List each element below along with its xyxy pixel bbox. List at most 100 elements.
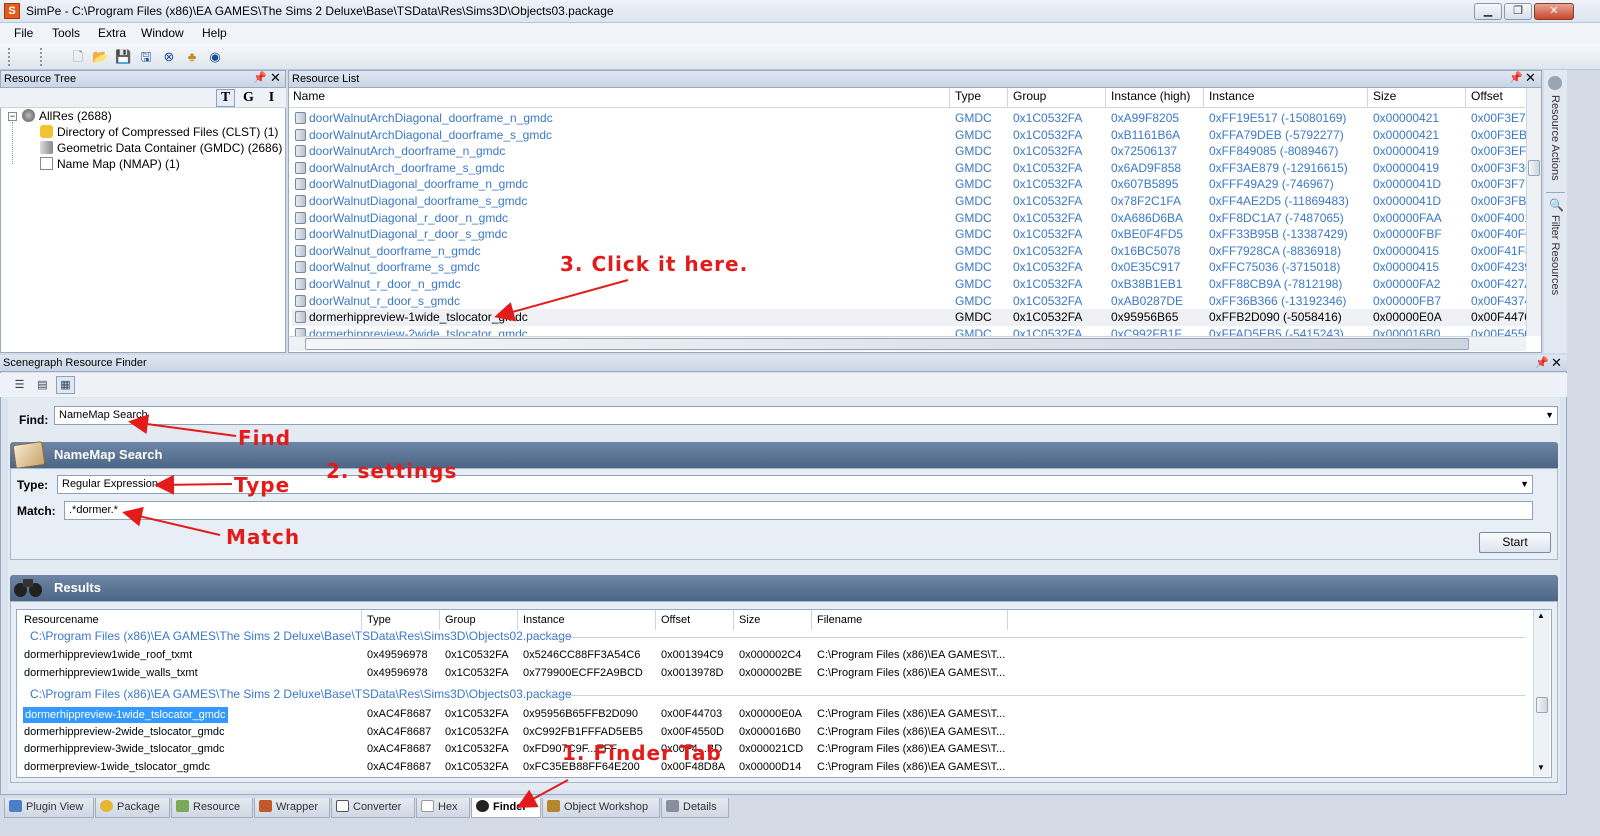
resource-row[interactable]: doorWalnutArch_doorframe_n_gmdc GMDC 0x1C0… — [292, 143, 1526, 160]
menu-help[interactable]: Help — [202, 26, 227, 40]
toolbar-grip[interactable] — [40, 48, 43, 66]
tab-package[interactable]: Package — [95, 798, 170, 818]
view-tiles-icon[interactable]: ▦ — [56, 376, 75, 394]
tab-plugin-view[interactable]: Plugin View — [4, 798, 94, 818]
menu-file[interactable]: File — [14, 26, 33, 40]
resource-cell: 0x00000FBF — [1373, 227, 1442, 242]
list-vscrollbar[interactable] — [1526, 88, 1541, 336]
res-col-filename[interactable]: Filename — [817, 614, 862, 626]
result-group-path[interactable]: C:\Program Files (x86)\EA GAMES\The Sims… — [30, 631, 572, 643]
tab-finder[interactable]: Finder — [471, 798, 541, 818]
result-row[interactable]: dormerhippreview-3wide_tslocator_gmdc 0xA… — [24, 742, 1024, 759]
result-row[interactable]: dormerhippreview-2wide_tslocator_gmdc 0xA… — [24, 725, 1024, 742]
tab-object-workshop[interactable]: Object Workshop — [542, 798, 660, 818]
col-group[interactable]: Group — [1013, 89, 1046, 103]
tab-converter[interactable]: Converter — [331, 798, 415, 818]
close-icon[interactable]: ✕ — [1551, 355, 1562, 371]
tab-resource[interactable]: Resource — [171, 798, 253, 818]
list-hscrollbar[interactable] — [289, 336, 1526, 351]
resource-row[interactable]: doorWalnutDiagonal_r_door_n_gmdc GMDC 0x1C… — [292, 210, 1526, 227]
save-as-icon[interactable]: 🖫 — [138, 49, 154, 65]
resource-cell: 0xFF849085 (-8089467) — [1209, 144, 1339, 159]
res-col-instance[interactable]: Instance — [523, 614, 565, 626]
view-list-icon[interactable]: ☰ — [10, 376, 29, 394]
tree-item-allres[interactable]: AllRes (2688) — [22, 109, 112, 123]
resource-row[interactable]: doorWalnut_r_door_n_gmdc GMDC 0x1C0532FA 0x… — [292, 276, 1526, 293]
resource-row[interactable]: dormerhippreview-1wide_tslocator_gmdc GMD… — [292, 309, 1526, 326]
col-instance[interactable]: Instance — [1209, 89, 1254, 103]
close-icon[interactable]: ✕ — [1525, 70, 1536, 86]
res-col-size[interactable]: Size — [739, 614, 760, 626]
close-file-icon[interactable]: ⊗ — [161, 49, 177, 65]
col-type[interactable]: Type — [955, 89, 981, 103]
res-col-name[interactable]: Resourcename — [24, 614, 99, 626]
result-row[interactable]: dormerpreview-1wide_tslocator_gmdc 0xAC4F… — [24, 760, 1024, 777]
result-row[interactable]: dormerhippreview1wide_walls_txmt 0x495969… — [24, 666, 1024, 683]
resource-cell: 0x00F3EFA — [1471, 144, 1526, 159]
close-icon[interactable]: ✕ — [270, 70, 281, 86]
tab-hex[interactable]: Hex — [416, 798, 470, 818]
resource-row[interactable]: doorWalnut_doorframe_s_gmdc GMDC 0x1C0532F… — [292, 259, 1526, 276]
tgi-g-button[interactable]: G — [239, 89, 258, 107]
match-input[interactable]: .*dormer.* — [64, 501, 1533, 520]
resource-row[interactable]: doorWalnutDiagonal_doorframe_n_gmdc GMDC 0… — [292, 176, 1526, 193]
col-name[interactable]: Name — [293, 89, 325, 103]
scroll-thumb[interactable] — [1528, 160, 1540, 176]
resource-row[interactable]: doorWalnutArchDiagonal_doorframe_n_gmdc G… — [292, 110, 1526, 127]
plugin-icon — [9, 800, 22, 812]
tree-item-nmap[interactable]: Name Map (NMAP) (1) — [40, 157, 180, 171]
tree-collapse-icon[interactable]: − — [8, 112, 17, 121]
minimize-button[interactable]: ▁ — [1474, 3, 1502, 20]
find-combo[interactable]: NameMap Search ▼ — [54, 406, 1558, 425]
menu-tools[interactable]: Tools — [52, 26, 80, 40]
res-col-group[interactable]: Group — [445, 614, 476, 626]
scroll-thumb[interactable] — [305, 338, 1469, 350]
save-icon[interactable]: 💾 — [115, 49, 131, 65]
pin-icon[interactable]: 📌 — [1509, 71, 1523, 84]
result-group-path[interactable]: C:\Program Files (x86)\EA GAMES\The Sims… — [30, 687, 572, 701]
users-icon[interactable]: ♣ — [184, 49, 200, 65]
app-icon[interactable]: S — [4, 3, 20, 19]
col-instance-high[interactable]: Instance (high) — [1111, 89, 1190, 103]
resource-row[interactable]: doorWalnutDiagonal_doorframe_s_gmdc GMDC 0… — [292, 193, 1526, 210]
resource-cell: 0x00000415 — [1373, 243, 1440, 258]
scroll-thumb[interactable] — [1536, 697, 1548, 713]
toolbar-grip[interactable] — [8, 48, 11, 66]
tab-details[interactable]: Details — [661, 798, 729, 818]
close-button[interactable]: ✕ — [1534, 3, 1574, 20]
open-icon[interactable]: 📂 — [92, 49, 108, 65]
resource-cell: doorWalnut_doorframe_n_gmdc — [309, 243, 481, 258]
pin-icon[interactable]: 📌 — [1535, 356, 1549, 369]
network-icon[interactable]: ◉ — [207, 49, 223, 65]
chevron-down-icon[interactable]: ▼ — [1537, 763, 1545, 772]
side-tab-resource-actions[interactable]: Resource Actions — [1549, 95, 1561, 181]
tgi-t-button[interactable]: T — [216, 89, 235, 107]
pin-icon[interactable]: 📌 — [253, 71, 267, 84]
resource-row[interactable]: doorWalnut_doorframe_n_gmdc GMDC 0x1C0532F… — [292, 243, 1526, 260]
result-row[interactable]: dormerhippreview-1wide_tslocator_gmdc 0xA… — [23, 707, 1024, 724]
col-size[interactable]: Size — [1373, 89, 1396, 103]
tree-item-gmdc[interactable]: Geometric Data Container (GMDC) (2686) — [40, 141, 282, 155]
res-col-type[interactable]: Type — [367, 614, 391, 626]
tree-item-clst[interactable]: Directory of Compressed Files (CLST) (1) — [40, 125, 278, 139]
tgi-i-button[interactable]: I — [262, 89, 281, 107]
resource-row[interactable]: doorWalnutArch_doorframe_s_gmdc GMDC 0x1C0… — [292, 160, 1526, 177]
res-col-offset[interactable]: Offset — [661, 614, 690, 626]
menu-extra[interactable]: Extra — [98, 26, 126, 40]
menu-window[interactable]: Window — [141, 26, 184, 40]
side-tab-filter-resources[interactable]: Filter Resources — [1549, 215, 1561, 295]
result-row[interactable]: dormerhippreview1wide_roof_txmt 0x4959697… — [24, 648, 1024, 665]
maximize-button[interactable]: ❐ — [1504, 3, 1532, 20]
view-details-icon[interactable]: ▤ — [33, 376, 52, 394]
tab-wrapper[interactable]: Wrapper — [254, 798, 330, 818]
results-vscrollbar[interactable]: ▲ ▼ — [1533, 610, 1550, 776]
resource-cell: 0x0E35C917 — [1111, 260, 1181, 275]
resource-cell: 0x1C0532FA — [1013, 127, 1083, 142]
resource-cell: 0x00F40FC — [1471, 227, 1526, 242]
chevron-up-icon[interactable]: ▲ — [1537, 611, 1545, 620]
col-offset[interactable]: Offset — [1471, 89, 1503, 103]
resource-row[interactable]: doorWalnut_r_door_s_gmdc GMDC 0x1C0532FA 0x… — [292, 293, 1526, 310]
resource-row[interactable]: doorWalnutArchDiagonal_doorframe_s_gmdc G… — [292, 127, 1526, 144]
resource-row[interactable]: doorWalnutDiagonal_r_door_s_gmdc GMDC 0x1C… — [292, 226, 1526, 243]
start-button[interactable]: Start — [1479, 532, 1551, 553]
